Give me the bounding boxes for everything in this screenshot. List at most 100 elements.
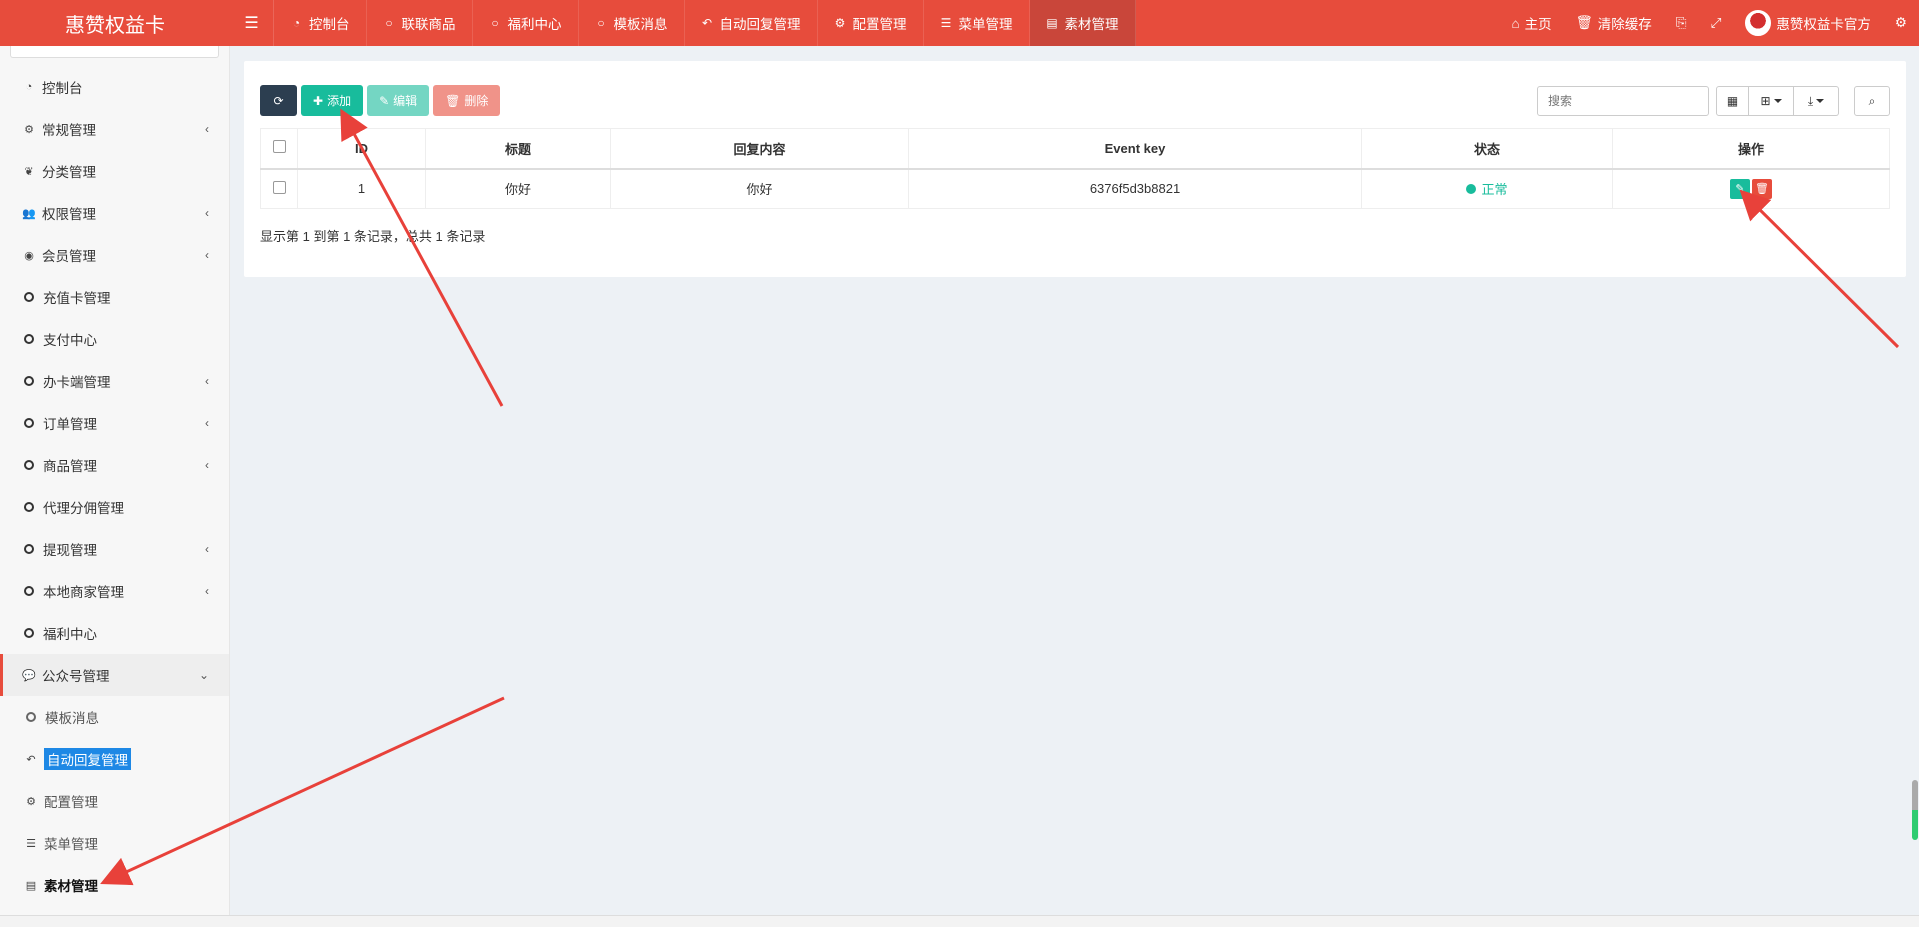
sidebar-item-auth[interactable]: 👥 权限管理 ‹ <box>0 192 229 234</box>
sidebar-item-orders[interactable]: 订单管理 ‹ <box>0 402 229 444</box>
columns-button[interactable]: ⊞ <box>1749 86 1794 116</box>
circle-icon <box>24 502 34 512</box>
tab-material[interactable]: ▤ 素材管理 <box>1029 0 1136 46</box>
select-all-checkbox[interactable] <box>272 140 286 154</box>
export-button[interactable]: ⤓ <box>1794 86 1839 116</box>
nav-right: ⌂ 主页 🗑 清除缓存 ⎘ ⤢ 惠赞权益卡官方 ⚙ <box>1499 0 1919 46</box>
tab-welfare-center[interactable]: ○ 福利中心 <box>473 0 579 46</box>
column-header-status[interactable]: 状态 <box>1361 128 1613 170</box>
tab-template-message[interactable]: ○ 模板消息 <box>579 0 685 46</box>
chevron-left-icon: ‹ <box>205 416 209 430</box>
sidebar-item-dashboard[interactable]: ◔ 控制台 <box>0 66 229 108</box>
table-view-icon: ▦ <box>1726 94 1739 108</box>
sidebar-item-local-merchant[interactable]: 本地商家管理 ‹ <box>0 570 229 612</box>
tab-lianlian-goods[interactable]: ○ 联联商品 <box>367 0 473 46</box>
sidebar-subitem-template-message[interactable]: 模板消息 <box>0 696 229 738</box>
dashboard-icon: ◔ <box>25 81 33 93</box>
chevron-left-icon: ‹ <box>205 584 209 598</box>
search-input[interactable] <box>1537 86 1709 116</box>
gear-icon: ⚙ <box>26 795 36 808</box>
settings-button[interactable]: ⚙ <box>1883 0 1919 46</box>
user-menu[interactable]: 惠赞权益卡官方 <box>1733 0 1883 46</box>
edit-button[interactable]: ✎ 编辑 <box>367 85 430 116</box>
add-button[interactable]: ✚ 添加 <box>301 85 364 116</box>
cell-title: 你好 <box>425 168 611 209</box>
circle-icon <box>24 376 34 386</box>
status-badge: 正常 <box>1466 179 1508 198</box>
sidebar-item-card-issuer[interactable]: 办卡端管理 ‹ <box>0 360 229 402</box>
tab-menu[interactable]: ☰ 菜单管理 <box>924 0 1030 46</box>
column-header-content[interactable]: 回复内容 <box>610 128 909 170</box>
sidebar-item-category[interactable]: ❦ 分类管理 <box>0 150 229 192</box>
toggle-view-button[interactable]: ▦ <box>1716 86 1749 116</box>
advanced-search-button[interactable]: ⌕ <box>1854 86 1890 116</box>
home-link[interactable]: ⌂ 主页 <box>1499 0 1563 46</box>
sidebar-subitem-auto-reply[interactable]: ↶ 自动回复管理 <box>0 738 229 780</box>
tab-auto-reply[interactable]: ↶ 自动回复管理 <box>685 0 818 46</box>
column-header-title[interactable]: 标题 <box>425 128 611 170</box>
sidebar: ◔ 控制台 ⚙ 常规管理 ‹ ❦ 分类管理 👥 权限管理 ‹ ◉ 会员管理 ‹ … <box>0 46 230 915</box>
trash-icon: 🗑 <box>1755 183 1769 196</box>
brand-logo[interactable]: 惠赞权益卡 <box>0 0 230 46</box>
avatar <box>1745 10 1772 36</box>
data-table: ID 标题 回复内容 Event key 状态 操作 1 你好 你好 6376f… <box>260 128 1890 209</box>
chevron-left-icon: ‹ <box>205 206 209 220</box>
nav-tabs: ◔ 控制台 ○ 联联商品 ○ 福利中心 ○ 模板消息 ↶ 自动回复管理 ⚙ 配置… <box>274 0 1136 46</box>
caret-down-icon <box>1816 99 1825 103</box>
sidebar-item-withdraw[interactable]: 提现管理 ‹ <box>0 528 229 570</box>
column-header-event-key[interactable]: Event key <box>908 128 1362 170</box>
row-checkbox[interactable] <box>272 180 286 194</box>
language-button[interactable]: ⎘ <box>1664 0 1699 46</box>
refresh-button[interactable]: ⟳ <box>260 85 297 116</box>
sidebar-item-goods[interactable]: 商品管理 ‹ <box>0 444 229 486</box>
clear-cache-button[interactable]: 🗑 清除缓存 <box>1564 0 1664 46</box>
cogs-icon: ⚙ <box>24 123 34 136</box>
sidebar-item-welfare[interactable]: 福利中心 <box>0 612 229 654</box>
tab-config[interactable]: ⚙ 配置管理 <box>818 0 924 46</box>
sidebar-subitem-config[interactable]: ⚙ 配置管理 <box>0 780 229 822</box>
cell-status: 正常 <box>1361 168 1613 209</box>
row-select-cell <box>260 168 298 209</box>
chevron-left-icon: ‹ <box>205 458 209 472</box>
row-edit-button[interactable]: ✎ <box>1730 178 1750 199</box>
toolbar: ⟳ ✚ 添加 ✎ 编辑 🗑 删除 <box>260 85 501 116</box>
pagination-info: 显示第 1 到第 1 条记录，总共 1 条记录 <box>260 229 486 244</box>
reply-icon: ↶ <box>701 16 713 30</box>
fullscreen-button[interactable]: ⤢ <box>1699 0 1734 46</box>
list-icon: ☰ <box>26 837 36 850</box>
cell-event-key: 6376f5d3b8821 <box>908 168 1362 209</box>
hamburger-icon: ☰ <box>244 15 259 32</box>
table-row: 1 你好 你好 6376f5d3b8821 正常 ✎ 🗑 <box>260 168 1890 209</box>
column-header-id[interactable]: ID <box>297 128 426 170</box>
sidebar-item-agent-commission[interactable]: 代理分佣管理 <box>0 486 229 528</box>
sidebar-item-wechat[interactable]: 💬 公众号管理 ⌄ <box>0 654 229 696</box>
sidebar-search-input[interactable] <box>10 46 219 58</box>
column-header-actions: 操作 <box>1612 128 1890 170</box>
sidebar-subitem-material[interactable]: ▤ 素材管理 <box>0 864 229 906</box>
chevron-left-icon: ‹ <box>205 248 209 262</box>
trash-icon: 🗑 <box>1575 15 1593 30</box>
sidebar-item-recharge-card[interactable]: 充值卡管理 <box>0 276 229 318</box>
cell-actions: ✎ 🗑 <box>1612 168 1890 209</box>
home-icon: ⌂ <box>1511 15 1520 31</box>
list-icon: ☰ <box>940 16 952 30</box>
cell-id: 1 <box>297 168 426 209</box>
search-tool: ⌕ <box>1854 86 1890 116</box>
status-dot-icon <box>1466 183 1477 194</box>
sidebar-item-payment[interactable]: 支付中心 <box>0 318 229 360</box>
trash-icon: 🗑 <box>445 93 461 108</box>
dashboard-icon: ◔ <box>292 16 301 30</box>
pencil-icon: ✎ <box>379 93 390 108</box>
grid-icon: ⊞ <box>1760 94 1771 108</box>
plus-icon: ✚ <box>313 93 324 108</box>
delete-button[interactable]: 🗑 删除 <box>433 85 501 116</box>
sidebar-item-member[interactable]: ◉ 会员管理 ‹ <box>0 234 229 276</box>
sidebar-item-general[interactable]: ⚙ 常规管理 ‹ <box>0 108 229 150</box>
tab-dashboard[interactable]: ◔ 控制台 <box>274 0 367 46</box>
sidebar-subitem-menu[interactable]: ☰ 菜单管理 <box>0 822 229 864</box>
sidebar-toggle-button[interactable]: ☰ <box>230 0 274 46</box>
search-icon: ⌕ <box>1868 93 1876 108</box>
user-circle-icon: ◉ <box>24 249 34 262</box>
scrollbar[interactable] <box>1912 780 1918 840</box>
row-delete-button[interactable]: 🗑 <box>1752 178 1772 199</box>
